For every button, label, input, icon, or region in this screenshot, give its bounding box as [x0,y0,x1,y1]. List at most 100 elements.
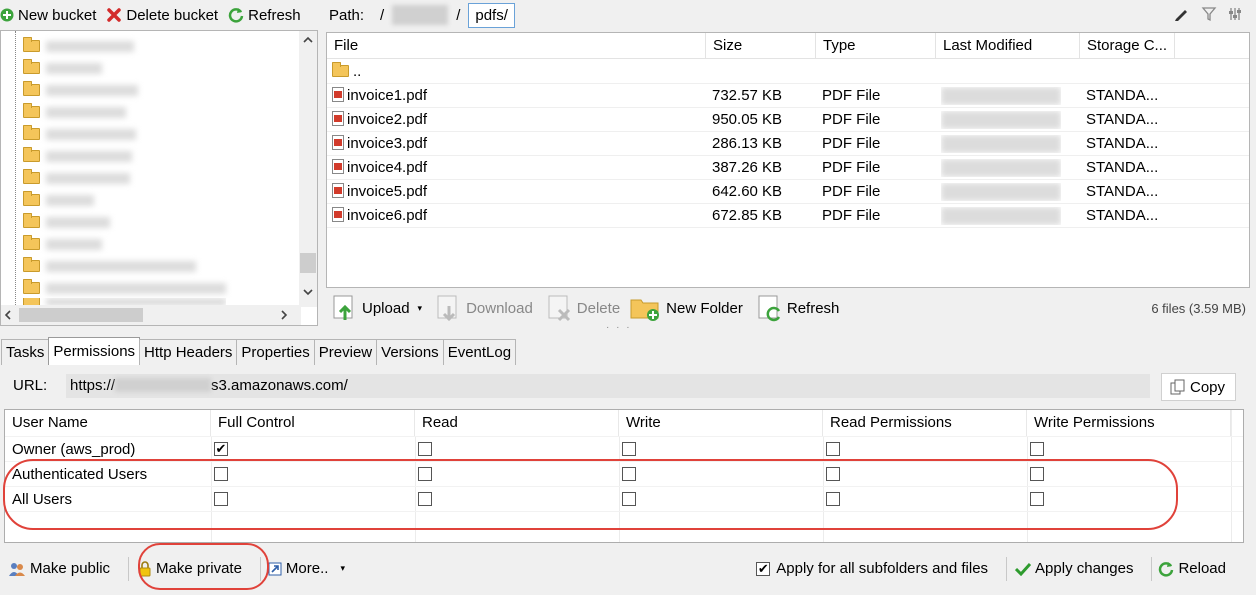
apply-all-checkbox[interactable]: ✔ [756,561,771,576]
apply-changes-button[interactable]: Apply changes [1015,560,1133,577]
file-name-cell: invoice2.pdf [327,108,706,132]
tree-item[interactable] [23,234,102,254]
make-public-button[interactable]: Make public [8,560,110,577]
new-folder-label: New Folder [666,299,743,317]
tree-horizontal-scrollbar[interactable] [1,305,301,325]
tab-permissions[interactable]: Permissions [48,337,141,365]
tab-properties[interactable]: Properties [236,339,315,365]
dropdown-arrow-icon[interactable]: ▾ [418,303,423,314]
file-size: 642.60 KB [712,183,783,200]
tree-item[interactable] [23,256,196,276]
read-checkbox[interactable] [418,442,432,456]
file-type: PDF File [822,87,881,104]
full-control-checkbox[interactable] [214,492,228,506]
apply-all-subfolders-option[interactable]: ✔ Apply for all subfolders and files [756,560,988,577]
perm-header-read[interactable]: Read [415,410,619,436]
tree-item[interactable] [23,278,226,298]
splitter-grip[interactable]: · · · [606,322,632,333]
parent-folder-row[interactable]: .. [327,60,1249,84]
url-field[interactable]: https:// s3.amazonaws.com/ [66,374,1150,398]
tree-item[interactable] [23,212,110,232]
write-permissions-checkbox[interactable] [1030,467,1044,481]
reload-icon [1158,561,1174,577]
tree-item[interactable] [23,58,102,78]
file-row[interactable]: invoice5.pdf 642.60 KB PDF File STANDA..… [327,180,1249,204]
copy-icon [1170,379,1186,395]
delete-bucket-button[interactable]: Delete bucket [106,7,218,24]
chevron-down-icon[interactable] [302,287,314,297]
delete-button[interactable]: Delete [547,294,620,322]
pencil-icon[interactable] [1173,6,1189,22]
full-control-checkbox[interactable]: ✔ [214,442,228,456]
path-bar: Path: / / pdfs/ [325,0,1256,30]
column-header-last-modified[interactable]: Last Modified [936,33,1080,59]
upload-button[interactable]: Upload ▾ [332,294,422,322]
file-row[interactable]: invoice2.pdf 950.05 KB PDF File STANDA..… [327,108,1249,132]
tree-item[interactable] [23,124,136,144]
column-header-storage-class[interactable]: Storage C... [1080,33,1175,59]
download-button[interactable]: Download [436,294,533,322]
read-permissions-checkbox[interactable] [826,467,840,481]
reload-button[interactable]: Reload [1158,560,1226,577]
new-folder-button[interactable]: New Folder [630,294,743,322]
tab-eventlog[interactable]: EventLog [442,339,517,365]
bucket-tree[interactable] [0,30,318,326]
tree-item[interactable] [23,146,132,166]
tab-tasks[interactable]: Tasks [1,339,50,365]
refresh-buckets-button[interactable]: Refresh [228,7,301,24]
file-row[interactable]: invoice6.pdf 672.85 KB PDF File STANDA..… [327,204,1249,228]
perm-header-user-name[interactable]: User Name [5,410,211,436]
file-row[interactable]: invoice1.pdf 732.57 KB PDF File STANDA..… [327,84,1249,108]
tree-vertical-scrollbar[interactable] [299,31,317,307]
download-icon [436,294,462,322]
sliders-icon[interactable] [1227,6,1243,22]
write-checkbox[interactable] [622,467,636,481]
redacted-bucket-segment[interactable] [392,5,449,25]
scroll-thumb[interactable] [19,308,143,322]
tree-item[interactable] [23,36,134,56]
read-checkbox[interactable] [418,492,432,506]
write-checkbox[interactable] [622,492,636,506]
tree-item[interactable] [23,168,130,188]
tree-item[interactable] [23,80,138,100]
write-permissions-checkbox[interactable] [1030,492,1044,506]
read-checkbox[interactable] [418,467,432,481]
more-actions-button[interactable]: More.. ▾ [268,560,345,577]
dropdown-arrow-icon[interactable]: ▾ [340,563,345,574]
tab-preview[interactable]: Preview [313,339,378,365]
write-permissions-checkbox[interactable] [1030,442,1044,456]
full-control-checkbox[interactable] [214,467,228,481]
column-header-type[interactable]: Type [816,33,936,59]
path-root[interactable]: / [380,7,384,24]
redacted-bucket-name [46,194,94,206]
tab-http-headers[interactable]: Http Headers [139,339,238,365]
tree-item[interactable] [23,102,126,122]
read-permissions-checkbox[interactable] [826,442,840,456]
folder-icon [23,191,40,206]
chevron-up-icon[interactable] [302,35,314,45]
perm-header-write-permissions[interactable]: Write Permissions [1027,410,1231,436]
chevron-right-icon[interactable] [279,309,289,321]
file-row[interactable]: invoice4.pdf 387.26 KB PDF File STANDA..… [327,156,1249,180]
filter-icon[interactable] [1201,6,1217,22]
chevron-left-icon[interactable] [3,309,13,321]
tab-versions[interactable]: Versions [376,339,444,365]
write-checkbox[interactable] [622,442,636,456]
scroll-thumb[interactable] [300,253,316,273]
new-bucket-button[interactable]: New bucket [0,7,96,24]
read-permissions-checkbox[interactable] [826,492,840,506]
make-private-label: Make private [156,560,242,577]
column-header-size[interactable]: Size [706,33,816,59]
refresh-files-button[interactable]: Refresh [757,294,839,322]
file-row[interactable]: invoice3.pdf 286.13 KB PDF File STANDA..… [327,132,1249,156]
path-current-folder[interactable]: pdfs/ [468,2,515,28]
copy-url-button[interactable]: Copy [1161,373,1236,401]
make-private-button[interactable]: Make private [138,560,242,577]
tree-connector [15,31,16,305]
column-header-file[interactable]: File [327,33,706,59]
perm-header-write[interactable]: Write [619,410,823,436]
perm-header-full-control[interactable]: Full Control [211,410,415,436]
perm-header-read-permissions[interactable]: Read Permissions [823,410,1027,436]
folder-icon [23,169,40,184]
tree-item[interactable] [23,190,94,210]
